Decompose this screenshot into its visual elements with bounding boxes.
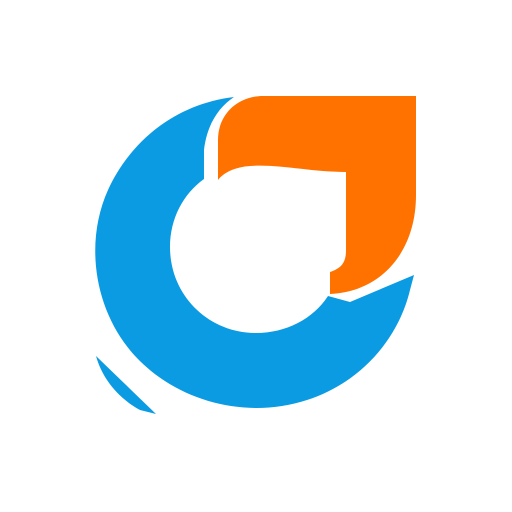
app-icon-canvas — [0, 0, 512, 512]
orange-drop-shape — [218, 96, 416, 294]
ring-and-drop-logo-icon — [95, 96, 416, 414]
